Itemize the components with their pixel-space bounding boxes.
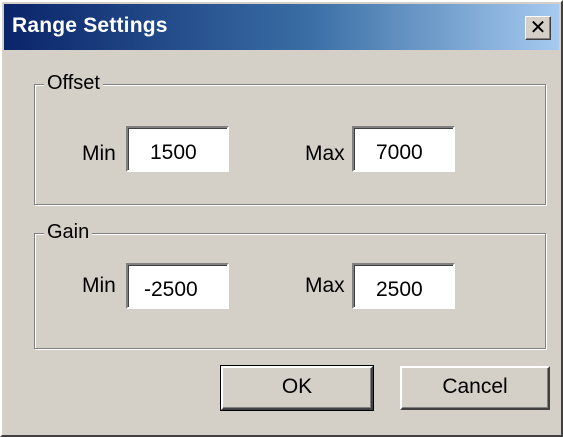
close-icon: ✕ [529, 15, 547, 39]
gain-max-field[interactable] [352, 263, 455, 309]
ok-button[interactable]: OK [220, 365, 374, 411]
offset-group-legend: Offset [44, 72, 103, 95]
offset-min-label: Min [82, 142, 116, 165]
offset-max-field[interactable] [352, 126, 455, 172]
offset-max-label: Max [305, 142, 345, 165]
offset-min-field[interactable] [126, 126, 229, 172]
gain-min-label: Min [82, 274, 116, 297]
window-title: Range Settings [12, 14, 168, 37]
gain-group-legend: Gain [44, 221, 93, 244]
title-bar[interactable]: Range Settings ✕ [4, 4, 559, 50]
cancel-button[interactable]: Cancel [400, 366, 550, 410]
gain-max-label: Max [305, 274, 345, 297]
gain-min-field[interactable] [126, 263, 229, 309]
range-settings-dialog: Range Settings ✕ Offset Min Max Gain Min… [0, 0, 563, 437]
close-button[interactable]: ✕ [525, 16, 551, 40]
